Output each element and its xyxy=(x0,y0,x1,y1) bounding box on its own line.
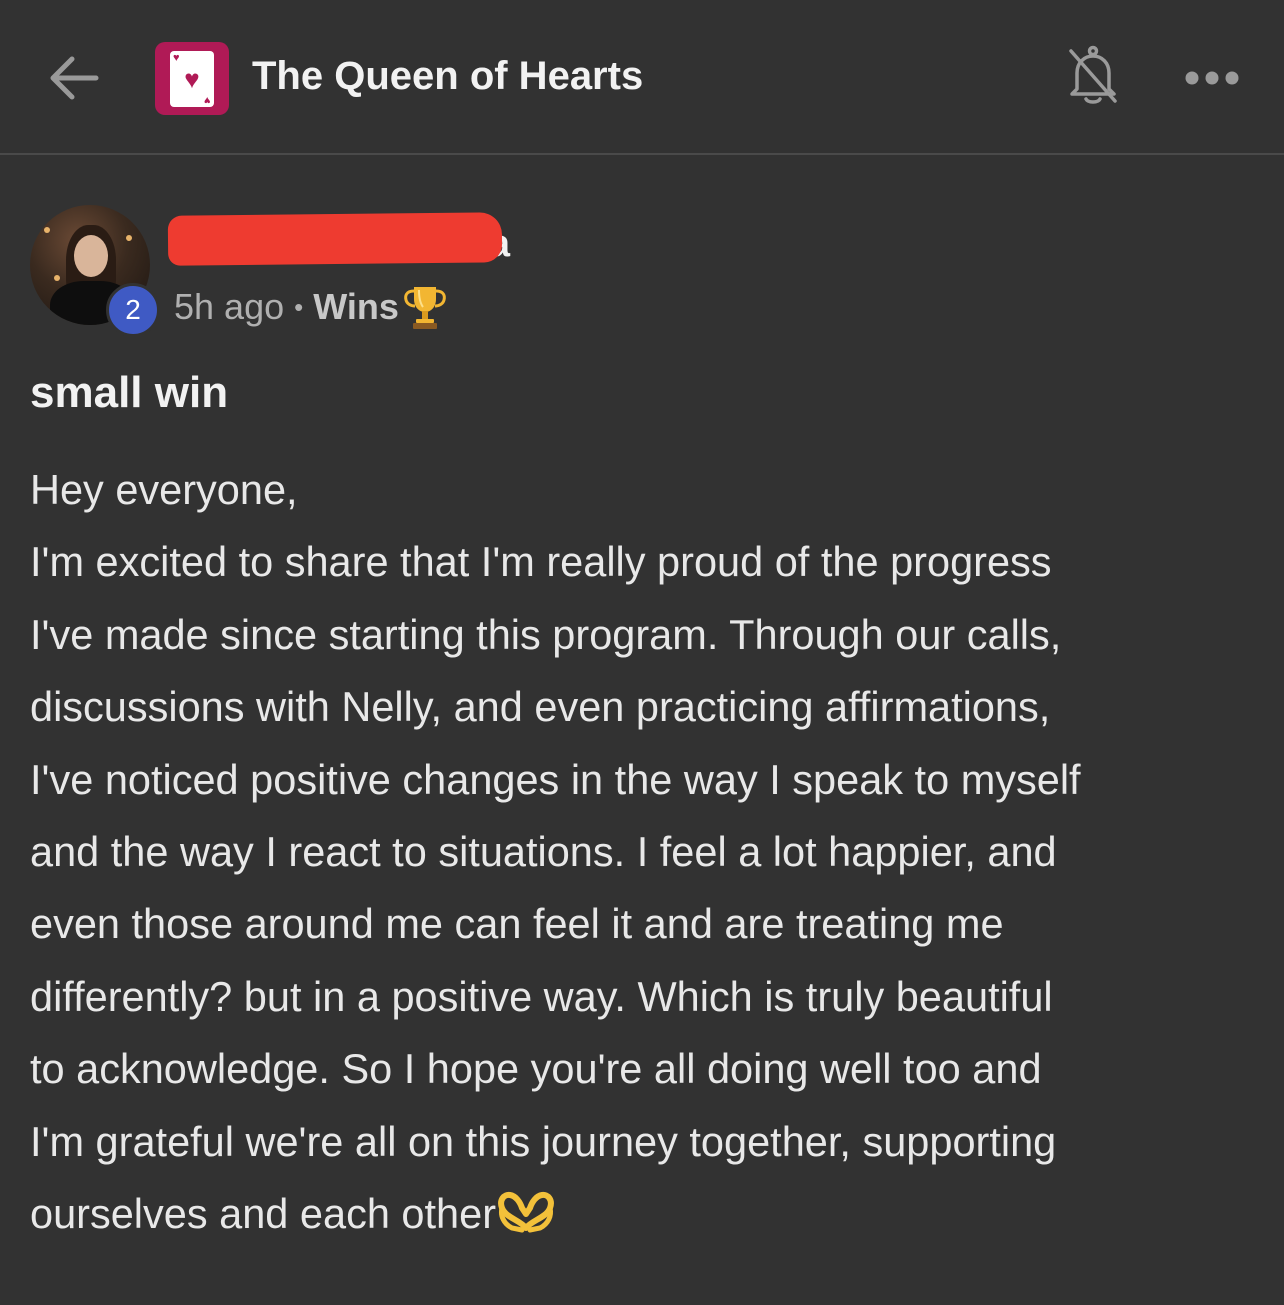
back-button[interactable] xyxy=(44,50,104,106)
post-time: 5h ago xyxy=(174,286,285,327)
more-horizontal-icon xyxy=(1185,71,1239,85)
top-bar: ♥ ♥ ♥ The Queen of Hearts xyxy=(0,0,1284,155)
post-body-line: ourselves and each other xyxy=(30,1190,497,1238)
post-body-line: discussions with Nelly, and even practic… xyxy=(30,683,1051,731)
post-category[interactable]: Wins xyxy=(313,286,399,328)
heart-hands-icon xyxy=(498,1192,554,1233)
avatar-background-light xyxy=(54,275,60,281)
meta-separator: • xyxy=(294,291,304,322)
post-body-line: I've made since starting this program. T… xyxy=(30,610,1062,658)
post-body-line: even those around me can feel it and are… xyxy=(30,900,1004,948)
card-corner-heart-icon: ♥ xyxy=(173,51,180,64)
post-meta: 5h ago • Wins xyxy=(174,282,449,332)
post-body-line: I'm grateful we're all on this journey t… xyxy=(30,1117,1057,1165)
post-body-line: Hey everyone, xyxy=(30,466,298,513)
post-body-last-line: ourselves and each other xyxy=(30,1178,1254,1250)
notifications-button[interactable] xyxy=(1062,42,1124,110)
author-level-badge: 2 xyxy=(106,283,160,337)
group-logo[interactable]: ♥ ♥ ♥ xyxy=(155,42,229,115)
post-title: small win xyxy=(30,368,229,417)
avatar-background-light xyxy=(126,235,132,241)
heart-icon: ♥ xyxy=(184,63,200,94)
post-body-line: I'm excited to share that I'm really pro… xyxy=(30,538,1052,586)
post-body: Hey everyone, I'm excited to share that … xyxy=(30,454,1254,1250)
arrow-left-icon xyxy=(50,56,99,100)
avatar-background-light xyxy=(44,227,50,233)
queen-of-hearts-card-icon: ♥ ♥ ♥ xyxy=(170,50,214,107)
trophy-icon xyxy=(404,287,446,329)
more-options-button[interactable] xyxy=(1180,58,1244,98)
post-body-line: and the way I react to situations. I fee… xyxy=(30,828,1057,876)
post-body-line: differently? but in a positive way. Whic… xyxy=(30,972,1053,1020)
post-body-line: to acknowledge. So I hope you're all doi… xyxy=(30,1045,1042,1093)
post-body-line: I've noticed positive changes in the way… xyxy=(30,755,1081,803)
group-name[interactable]: The Queen of Hearts xyxy=(252,52,643,100)
card-corner-heart-icon: ♥ xyxy=(204,93,211,106)
bell-off-icon xyxy=(1069,45,1117,104)
avatar-face xyxy=(74,235,108,277)
name-redaction-scribble xyxy=(167,212,503,266)
